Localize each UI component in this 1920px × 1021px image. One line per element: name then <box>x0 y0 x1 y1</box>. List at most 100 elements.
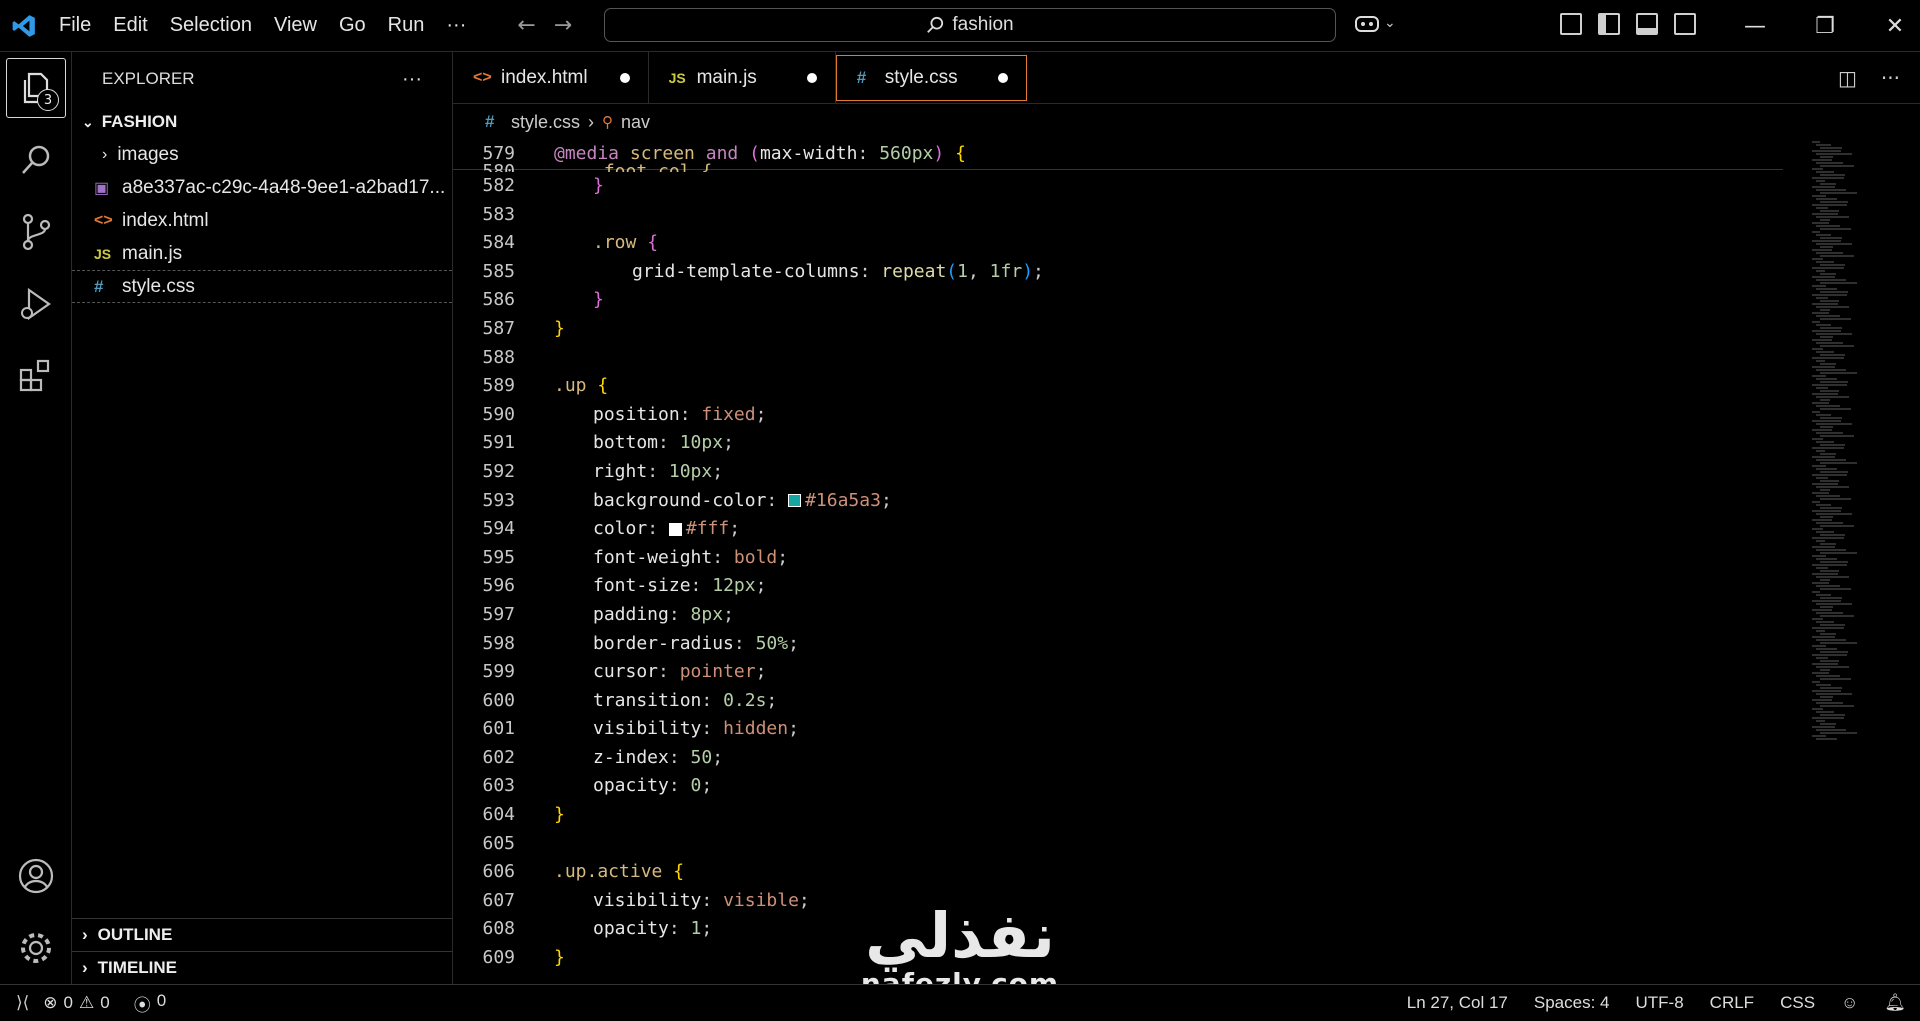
tree-item-image-file[interactable]: ▣ a8e337ac-c29c-4a48-9ee1-a2bad17... <box>72 171 452 204</box>
minimap-line <box>1816 351 1834 353</box>
minimap-line <box>1816 279 1846 281</box>
minimap-line <box>1816 387 1828 389</box>
ports-status[interactable]: ⦿ 0 <box>134 991 166 1016</box>
title-bar: File Edit Selection View Go Run ··· ← → … <box>0 0 1920 52</box>
minimap-line <box>1812 528 1823 530</box>
minimap[interactable] <box>1808 140 1920 984</box>
source-control-activity[interactable] <box>0 196 72 268</box>
minimap-line <box>1812 636 1835 638</box>
breadcrumb-file[interactable]: style.css <box>511 112 580 133</box>
minimap-line <box>1820 633 1836 635</box>
menu-view[interactable]: View <box>263 14 328 37</box>
copilot-button[interactable]: ⌄ <box>1354 12 1396 34</box>
tree-item-main-js[interactable]: JS main.js <box>72 237 452 270</box>
minimap-line <box>1816 504 1831 506</box>
editor-more-icon[interactable]: ··· <box>1881 66 1900 90</box>
unsaved-dot-icon[interactable] <box>806 73 817 83</box>
back-arrow-icon[interactable]: ← <box>517 13 535 38</box>
explorer-more-button[interactable]: ··· <box>402 68 422 91</box>
breadcrumb-symbol[interactable]: nav <box>621 112 650 133</box>
minimap-line <box>1812 141 1820 143</box>
vscode-logo-icon <box>0 0 48 52</box>
code-line: 595 font-weight: bold; <box>482 546 789 568</box>
error-icon: ⊗ <box>43 993 58 1012</box>
cursor-position[interactable]: Ln 27, Col 17 <box>1407 993 1508 1013</box>
toggle-secondary-sidebar-icon[interactable] <box>1674 13 1696 35</box>
manage-activity[interactable] <box>0 912 72 984</box>
tab-style-css[interactable]: # style.css <box>835 55 1027 101</box>
customize-layout-icon[interactable] <box>1560 13 1582 35</box>
explorer-activity[interactable]: 3 <box>6 58 66 118</box>
outline-section[interactable]: › OUTLINE <box>72 918 453 951</box>
copilot-status-icon[interactable]: ☺ <box>1841 993 1858 1013</box>
code-line: 596 font-size: 12px; <box>482 575 767 597</box>
minimap-line <box>1820 354 1845 356</box>
tree-item-images[interactable]: › images <box>72 138 452 171</box>
tab-index-html[interactable]: <> index.html <box>453 52 649 104</box>
minimap-line <box>1812 429 1832 431</box>
forward-arrow-icon[interactable]: → <box>554 13 572 38</box>
menu-more[interactable]: ··· <box>435 14 477 37</box>
language-mode[interactable]: CSS <box>1780 993 1815 1013</box>
minimap-line <box>1816 486 1849 488</box>
minimap-line <box>1812 582 1829 584</box>
code-line: 582} <box>482 175 604 196</box>
run-debug-activity[interactable] <box>0 268 72 340</box>
toggle-panel-icon[interactable] <box>1636 13 1658 35</box>
tab-label: index.html <box>501 67 588 88</box>
chevron-right-icon: › <box>82 958 88 977</box>
menu-file[interactable]: File <box>48 14 102 37</box>
unsaved-dot-icon[interactable] <box>997 73 1008 83</box>
remote-icon[interactable]: ⟩⟨ <box>16 993 29 1013</box>
command-center-search[interactable]: fashion <box>604 8 1336 42</box>
minimap-line <box>1820 606 1833 608</box>
search-activity[interactable] <box>0 124 72 196</box>
indentation[interactable]: Spaces: 4 <box>1534 993 1610 1013</box>
extensions-activity[interactable] <box>0 340 72 412</box>
minimap-line <box>1820 471 1848 473</box>
encoding[interactable]: UTF-8 <box>1636 993 1684 1013</box>
unsaved-dot-icon[interactable] <box>619 73 630 83</box>
minimap-line <box>1816 495 1840 497</box>
minimap-line <box>1816 702 1843 704</box>
tree-item-index-html[interactable]: <> index.html <box>72 204 452 237</box>
bell-icon[interactable]: 🔔︎ <box>1884 993 1906 1013</box>
color-swatch-white[interactable] <box>668 522 682 536</box>
split-editor-icon[interactable]: ◫ <box>1838 66 1857 90</box>
close-button[interactable]: ✕ <box>1860 0 1920 52</box>
tree-item-style-css[interactable]: # style.css <box>72 270 452 303</box>
code-line: 591 bottom: 10px; <box>482 432 734 454</box>
problems-status[interactable]: ⊗ 0 ⚠ 0 <box>43 993 109 1013</box>
minimap-line <box>1812 510 1841 512</box>
tab-main-js[interactable]: JS main.js <box>649 52 836 104</box>
minimap-line <box>1820 165 1854 167</box>
menu-selection[interactable]: Selection <box>159 14 263 37</box>
menu-go[interactable]: Go <box>328 14 377 37</box>
minimap-line <box>1812 492 1829 494</box>
minimap-line <box>1812 663 1838 665</box>
minimap-line <box>1812 294 1847 296</box>
minimap-line <box>1812 555 1826 557</box>
accounts-activity[interactable] <box>0 840 72 912</box>
toggle-sidebar-icon[interactable] <box>1598 13 1620 35</box>
css-file-icon: # <box>856 68 867 87</box>
code-line: 585 grid-template-columns: repeat(1, 1fr)… <box>482 260 1044 282</box>
code-editor[interactable]: 579 @media screen and (max-width: 560px) … <box>453 140 1783 973</box>
line-ending[interactable]: CRLF <box>1710 993 1754 1013</box>
minimap-line <box>1816 243 1852 245</box>
minimap-line <box>1812 240 1841 242</box>
restore-button[interactable]: ❐ <box>1790 0 1860 52</box>
minimap-line <box>1816 234 1831 236</box>
chevron-right-icon: › <box>102 145 108 163</box>
folder-header[interactable]: ⌄ FASHION <box>72 106 452 138</box>
minimap-line <box>1820 255 1854 257</box>
chevron-right-icon: › <box>588 111 595 132</box>
code-line: 598 border-radius: 50%; <box>482 632 799 654</box>
menu-edit[interactable]: Edit <box>102 14 158 37</box>
timeline-section[interactable]: › TIMELINE <box>72 951 453 984</box>
color-swatch-teal[interactable] <box>788 494 802 508</box>
minimap-line <box>1816 549 1846 551</box>
minimize-button[interactable]: — <box>1720 0 1790 52</box>
minimap-line <box>1812 267 1844 269</box>
menu-run[interactable]: Run <box>377 14 436 37</box>
